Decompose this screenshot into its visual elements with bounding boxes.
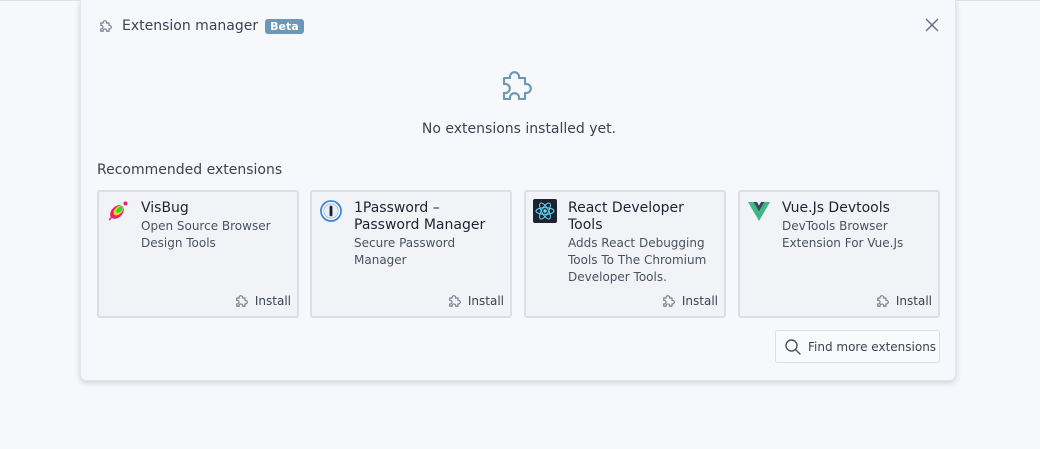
install-button[interactable]: Install [660,292,718,310]
visbug-logo-icon [106,199,130,223]
close-button[interactable] [923,16,941,34]
extension-name: VisBug [141,200,189,216]
install-label: Install [254,294,291,308]
extension-card-visbug: VisBug Open Source Browser Design Tools … [97,190,299,318]
recommended-title: Recommended extensions [97,162,283,178]
extension-name: React Developer Tools [568,200,684,233]
panel-header: Extension manager Beta [97,17,304,35]
install-label: Install [467,294,504,308]
puzzle-icon [233,292,251,310]
extension-name: 1Password – Password Manager [354,200,486,233]
search-icon [784,338,802,356]
extension-card-vue-devtools: Vue.Js Devtools DevTools Browser Extensi… [738,190,940,318]
extension-description: Adds React Debugging Tools To The Chromi… [568,236,707,284]
puzzle-icon [446,292,464,310]
extension-card-react-devtools: React Developer Tools Adds React Debuggi… [524,190,726,318]
puzzle-icon [660,292,678,310]
install-label: Install [681,294,718,308]
find-more-label: Find more extensions [808,339,937,354]
close-icon [923,16,941,34]
vue-logo-icon [747,199,771,223]
empty-state-text: No extensions installed yet. [421,121,617,137]
empty-puzzle-icon [497,64,539,106]
extension-description: Secure Password Manager [354,236,456,267]
install-label: Install [895,294,932,308]
1password-logo-icon [319,199,343,223]
extension-description: Open Source Browser Design Tools [141,219,271,250]
install-button[interactable]: Install [233,292,291,310]
panel-title: Extension manager [122,18,259,34]
extension-manager-panel: Extension manager Beta No extensions ins… [80,0,956,381]
install-button[interactable]: Install [874,292,932,310]
extension-name: Vue.Js Devtools [782,200,890,216]
extension-card-1password: 1Password – Password Manager Secure Pass… [310,190,512,318]
puzzle-icon [97,17,115,35]
react-logo-icon [533,199,557,223]
beta-badge: Beta [265,18,304,34]
extension-description: DevTools Browser Extension For Vue.Js [782,219,904,250]
puzzle-icon [874,292,892,310]
find-more-extensions-button[interactable]: Find more extensions [775,330,940,363]
install-button[interactable]: Install [446,292,504,310]
